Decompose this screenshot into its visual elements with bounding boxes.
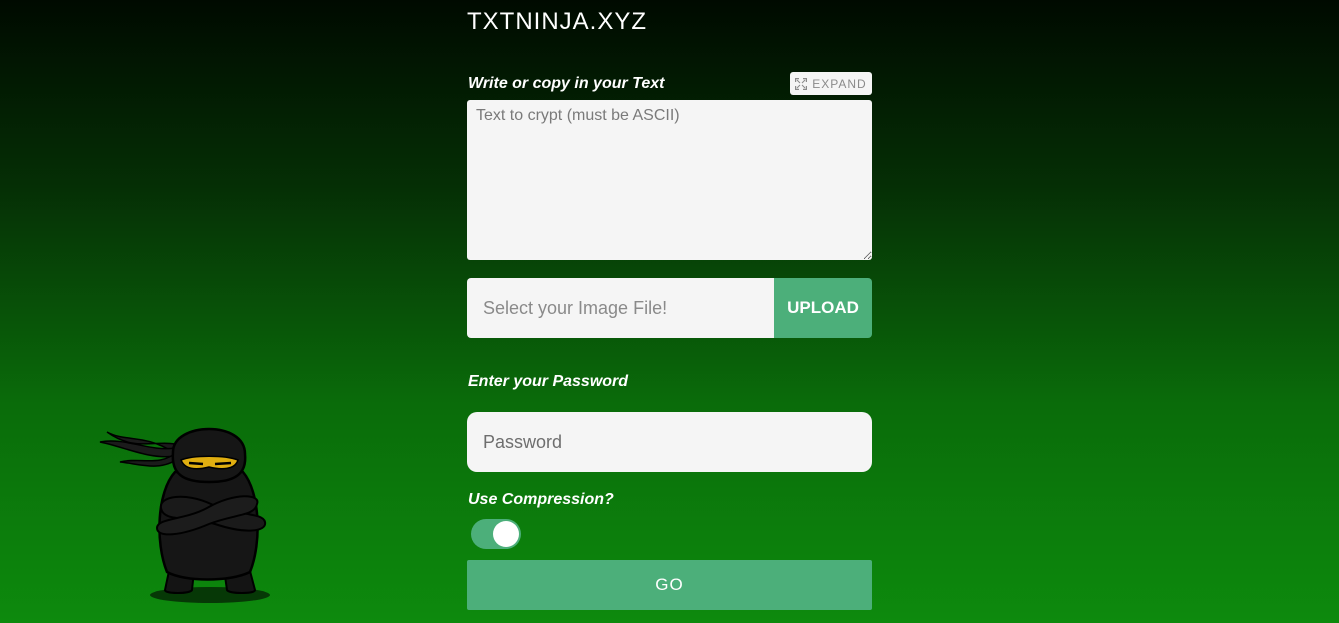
- text-label: Write or copy in your Text: [468, 75, 665, 92]
- go-button[interactable]: GO: [467, 560, 872, 610]
- password-input[interactable]: [467, 412, 872, 472]
- image-file-input[interactable]: [467, 278, 774, 338]
- ninja-mascot-icon: [95, 412, 280, 607]
- compression-toggle[interactable]: [471, 519, 521, 549]
- site-title: TXTNINJA.XYZ: [467, 8, 648, 35]
- password-label: Enter your Password: [468, 373, 629, 390]
- compression-label: Use Compression?: [468, 491, 614, 508]
- expand-button[interactable]: EXPAND: [790, 72, 872, 95]
- text-input[interactable]: [467, 100, 872, 260]
- expand-label: EXPAND: [812, 76, 867, 91]
- toggle-knob: [493, 521, 519, 547]
- upload-button[interactable]: UPLOAD: [774, 278, 872, 338]
- upload-group: UPLOAD: [467, 278, 872, 338]
- expand-icon: [795, 77, 808, 90]
